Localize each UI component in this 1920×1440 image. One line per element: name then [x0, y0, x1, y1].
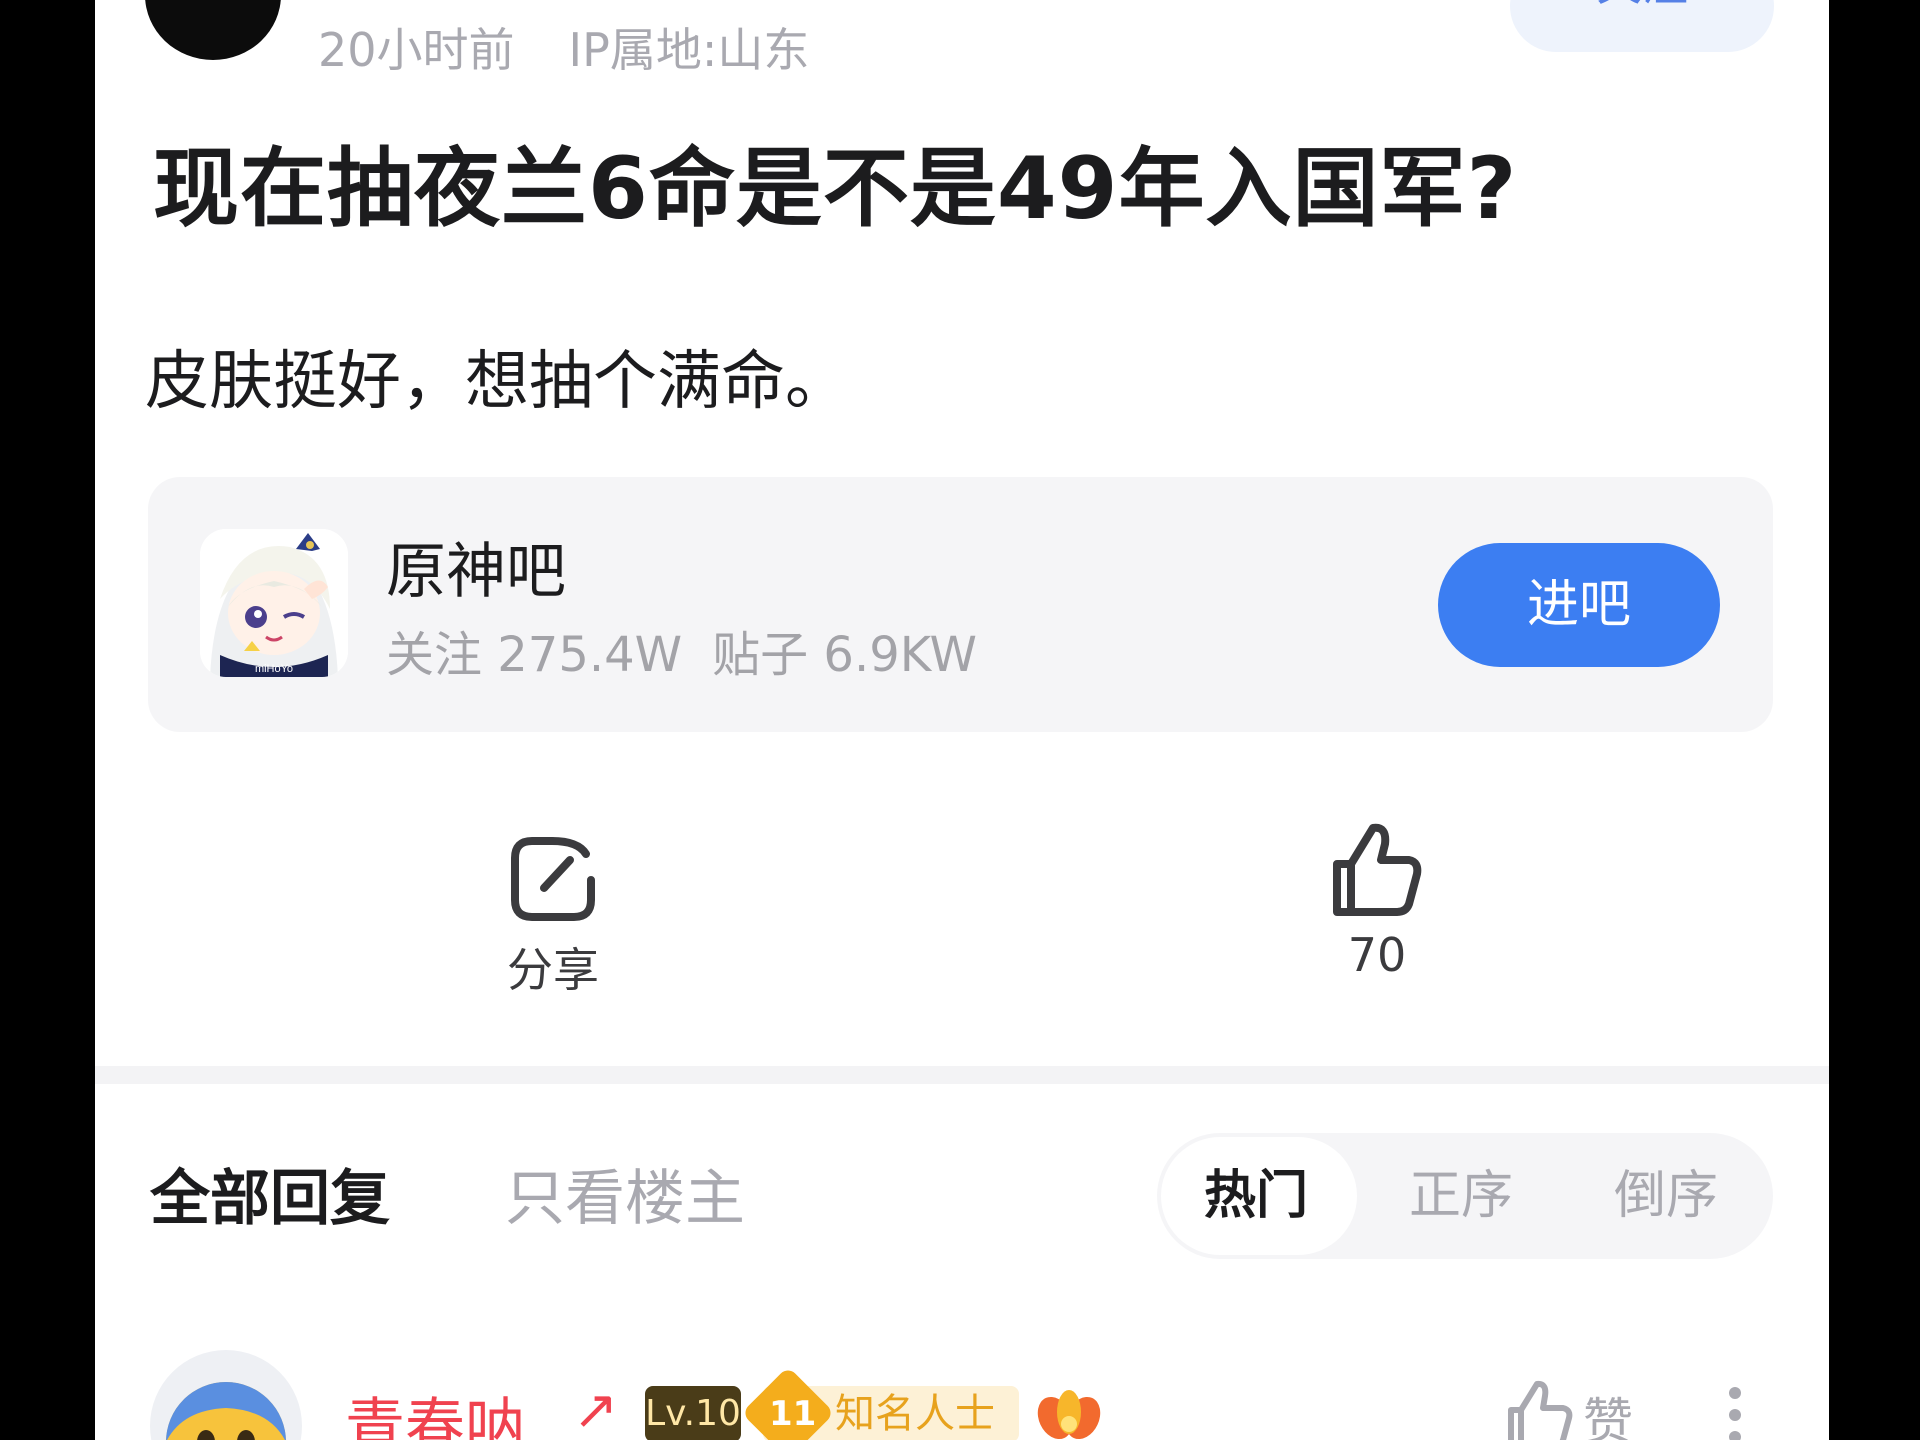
- thumbs-up-outline-icon: [1508, 1380, 1573, 1440]
- forum-name: 原神吧: [386, 537, 566, 607]
- forum-followers: 关注 275.4W: [386, 627, 683, 683]
- forum-card[interactable]: miHoYo 原神吧 关注 275.4W 贴子 6.9KW 进吧: [148, 477, 1773, 732]
- enter-forum-button[interactable]: 进吧: [1438, 543, 1720, 667]
- sort-hot[interactable]: 热门: [1204, 1133, 1308, 1259]
- comment-like-label: 赞: [1583, 1393, 1633, 1440]
- sort-segmented-control: 热门 正序 倒序: [1157, 1133, 1773, 1259]
- commenter-username[interactable]: 青春呐: [345, 1378, 525, 1440]
- fame-title: 知名人士: [835, 1391, 995, 1437]
- share-icon: [511, 837, 595, 921]
- author-avatar[interactable]: [145, 0, 281, 60]
- post-meta: 20小时前 IP属地:山东: [318, 14, 809, 80]
- commenter-avatar[interactable]: [150, 1350, 302, 1440]
- fame-badge: 11 知名人士: [741, 1366, 1019, 1440]
- comment-like-button[interactable]: 赞: [1505, 1380, 1633, 1440]
- section-divider: [95, 1066, 1829, 1084]
- post-title: 现在抽夜兰6命是不是49年入国军?: [153, 139, 1518, 239]
- tab-all-replies[interactable]: 全部回复: [150, 1150, 390, 1237]
- tab-op-only[interactable]: 只看楼主: [505, 1150, 745, 1237]
- thumbs-up-icon: [1333, 823, 1422, 916]
- shocked-emoji-avatar: [166, 1382, 286, 1440]
- fame-level: 11: [769, 1394, 817, 1434]
- sort-descending[interactable]: 倒序: [1614, 1133, 1718, 1259]
- more-options-icon[interactable]: [1725, 1385, 1745, 1440]
- forum-posts: 贴子 6.9KW: [712, 627, 977, 683]
- share-button[interactable]: 分享: [493, 832, 613, 1000]
- like-count: 70: [1347, 928, 1407, 982]
- flower-badge-icon: [1035, 1384, 1103, 1440]
- post-detail-screen: 20小时前 IP属地:山东 关注 现在抽夜兰6命是不是49年入国军? 皮肤挺好，想…: [95, 0, 1829, 1440]
- post-time: 20小时前: [318, 23, 515, 77]
- sort-ascending[interactable]: 正序: [1409, 1133, 1513, 1259]
- forum-avatar-caption: miHoYo: [255, 663, 293, 675]
- level-badge: Lv.10: [645, 1386, 741, 1440]
- forum-avatar-icon: miHoYo: [200, 529, 348, 677]
- ip-location: IP属地:山东: [568, 23, 810, 77]
- share-label: 分享: [507, 943, 599, 997]
- post-body: 皮肤挺好，想抽个满命。: [145, 345, 849, 419]
- follow-button[interactable]: 关注: [1510, 0, 1774, 52]
- like-button[interactable]: 70: [1317, 820, 1437, 982]
- trend-arrow-icon: ↗: [573, 1378, 619, 1440]
- forum-stats: 关注 275.4W 贴子 6.9KW: [386, 615, 977, 685]
